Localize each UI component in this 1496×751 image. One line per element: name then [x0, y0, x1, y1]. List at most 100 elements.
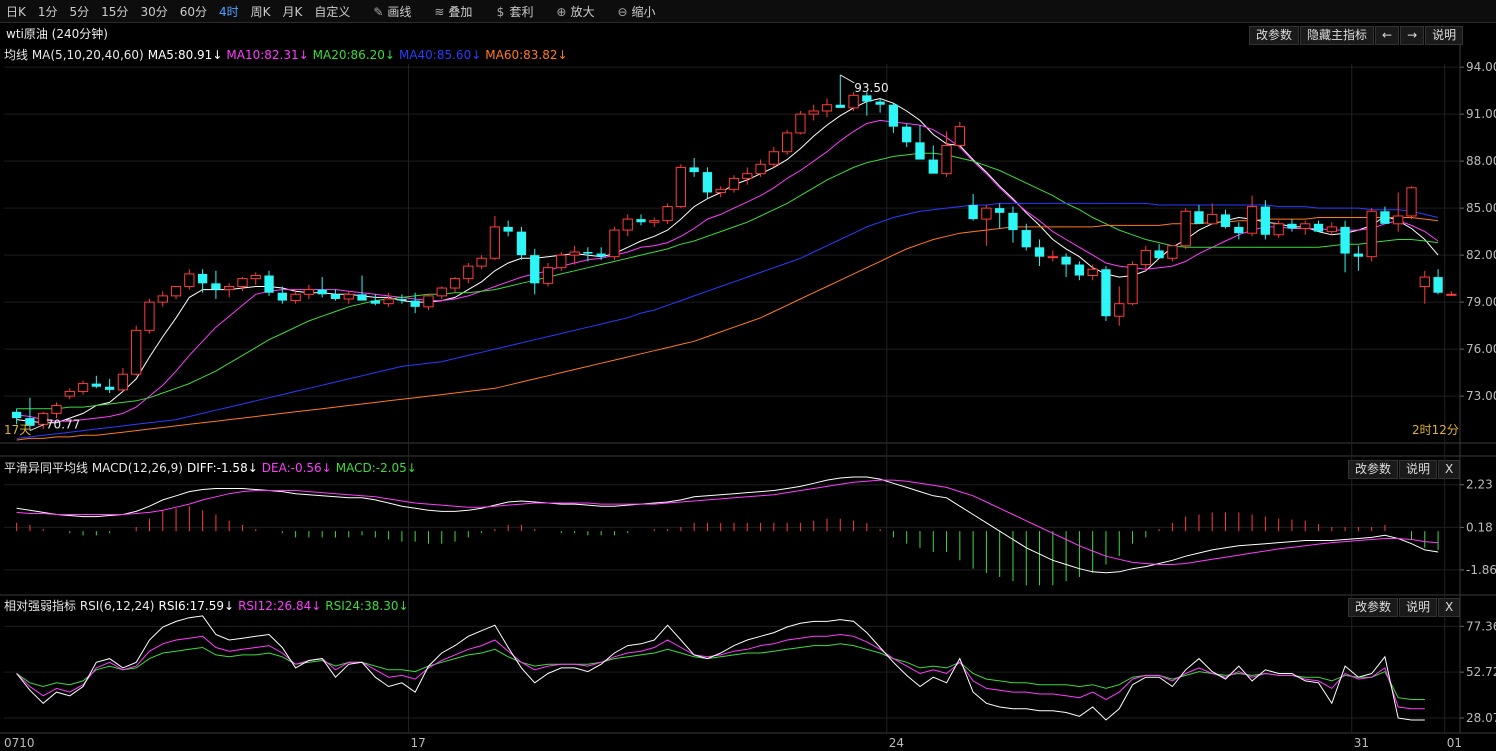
macd-ytick-label: -1.86 [1466, 563, 1496, 577]
candle-body-up [1393, 215, 1404, 225]
main-panel-buttons: 改参数 隐藏主指标 ← → 说明 [1248, 26, 1464, 45]
candle-body-down [1313, 223, 1324, 232]
chart-canvas[interactable]: 94.00 91.00 88.00 85.00 82.00 79.00 76.00 73.00… [0, 0, 1496, 751]
rsiBtns-btn-0[interactable]: 改参数 [1348, 598, 1399, 617]
candle-body-down [516, 231, 527, 256]
layers-tool-button[interactable]: ≋ 叠加 [427, 3, 478, 20]
candle-body-up [64, 390, 75, 397]
period-tab-4[interactable]: 30分 [134, 3, 173, 20]
candle-body-up [1180, 210, 1191, 247]
zoom-in-icon: ⊕ [556, 4, 567, 19]
period-tab-8[interactable]: 月K [277, 3, 309, 20]
candle-body-up [51, 405, 62, 414]
period-tab-7[interactable]: 周K [245, 3, 277, 20]
macdBtns-btn-2[interactable]: X [1438, 460, 1461, 479]
macd-legend: 平滑异同平均线 MACD(12,26,9) DIFF:-1.58↓ DEA:-0.5… [4, 459, 421, 476]
indicator-value: DEA:-0.56↓ [261, 461, 332, 475]
high-annotation: 93.50 [854, 81, 888, 95]
candle-body-up [383, 298, 394, 305]
candle-body-down [1340, 226, 1350, 254]
candle-body-up [449, 278, 461, 289]
candle-body-up [781, 132, 793, 153]
zoom-in-tool-button[interactable]: ⊕ 放大 [549, 3, 600, 20]
macdBtns-btn-0[interactable]: 改参数 [1348, 460, 1399, 479]
candle-body-up [250, 275, 261, 280]
candle-body-up [1167, 245, 1178, 259]
zoom-out-tool-button[interactable]: ⊖ 缩小 [610, 3, 661, 20]
tool-label: 套利 [509, 4, 534, 19]
candle-body-up [77, 383, 89, 392]
xtick-label: 17 [411, 736, 426, 750]
period-tab-6[interactable]: 4时 [213, 3, 245, 20]
mainBtns-btn-3[interactable]: → [1400, 26, 1425, 45]
rsi-ytick-label: 77.36 [1466, 619, 1496, 633]
candle-body-up [795, 113, 806, 134]
indicator-value: MA20:86.20↓ [312, 48, 395, 62]
xtick-label: 31 [1354, 736, 1369, 750]
candle-body-up [1047, 256, 1058, 259]
candle-body-down [875, 101, 885, 105]
mainBtns-btn-4[interactable]: 说明 [1425, 26, 1464, 45]
candle-body-up [423, 295, 434, 308]
pencil-icon: ✎ [373, 4, 384, 19]
candle-body-up [1087, 268, 1098, 277]
macdBtns-btn-1[interactable]: 说明 [1399, 460, 1438, 479]
xtick-label: 24 [889, 736, 904, 750]
candle-body-down [397, 299, 407, 301]
candle-body-up [1114, 303, 1125, 317]
candle-body-up [170, 285, 182, 297]
candle-body-up [715, 188, 726, 193]
macd-ytick-label: 2.23 [1466, 478, 1493, 492]
period-tab-0[interactable]: 日K [0, 3, 32, 20]
candle-body-up [144, 301, 155, 331]
rsiBtns-btn-2[interactable]: X [1438, 598, 1461, 617]
indicator-value: RSI6:17.59↓ [158, 599, 235, 613]
candle-body-down [104, 386, 115, 390]
candle-body-down [357, 294, 367, 301]
candle-body-up [157, 295, 168, 303]
ma-line-ma20 [16, 152, 1439, 410]
candle-body-up [1207, 213, 1218, 225]
candle-body-down [1021, 230, 1031, 248]
candle-body-down [370, 300, 380, 304]
period-tab-3[interactable]: 15分 [95, 3, 134, 20]
mainBtns-btn-1[interactable]: 隐藏主指标 [1300, 26, 1375, 45]
rsi-line-rsi6 [16, 615, 1425, 721]
indicator-name: 平滑异同平均线 MACD(12,26,9) [4, 461, 183, 475]
candle-body-down [915, 142, 925, 160]
pencil-tool-button[interactable]: ✎ 画线 [366, 3, 417, 20]
candle-body-down [1433, 277, 1443, 293]
mainBtns-btn-0[interactable]: 改参数 [1249, 26, 1300, 45]
candle-body-down [583, 252, 593, 254]
candle-body-down [902, 126, 912, 143]
candle-body-up [569, 251, 580, 256]
candle-body-up [649, 220, 660, 223]
candle-body-down [1034, 247, 1045, 257]
high-marker-line [840, 74, 855, 84]
tool-label: 叠加 [448, 4, 473, 19]
candle-body-down [317, 289, 327, 295]
period-tab-5[interactable]: 60分 [174, 3, 213, 20]
money-bag-tool-button[interactable]: $ 套利 [488, 3, 539, 20]
period-tab-2[interactable]: 5分 [64, 3, 96, 20]
candle-body-up [1246, 206, 1258, 234]
candle-body-up [609, 229, 620, 258]
candle-body-up [848, 94, 859, 109]
zoom-out-icon: ⊖ [617, 4, 628, 19]
mainBtns-btn-2[interactable]: ← [1375, 26, 1400, 45]
candle-body-up [755, 163, 766, 175]
candle-body-up [728, 177, 740, 190]
main-ytick-label: 82.00 [1466, 248, 1496, 262]
ma-line-ma40 [16, 202, 1439, 439]
candle-body-up [662, 206, 673, 222]
indicator-value: MA10:82.31↓ [226, 48, 309, 62]
candle-body-down [1061, 256, 1071, 265]
candle-body-down [636, 219, 646, 223]
candle-body-up [808, 110, 819, 115]
candle-body-down [689, 167, 699, 173]
indicator-value: RSI12:26.84↓ [238, 599, 322, 613]
rsiBtns-btn-1[interactable]: 说明 [1399, 598, 1438, 617]
period-tab-9[interactable]: 自定义 [308, 3, 356, 20]
period-tab-1[interactable]: 1分 [32, 3, 64, 20]
candle-body-down [1194, 211, 1204, 224]
